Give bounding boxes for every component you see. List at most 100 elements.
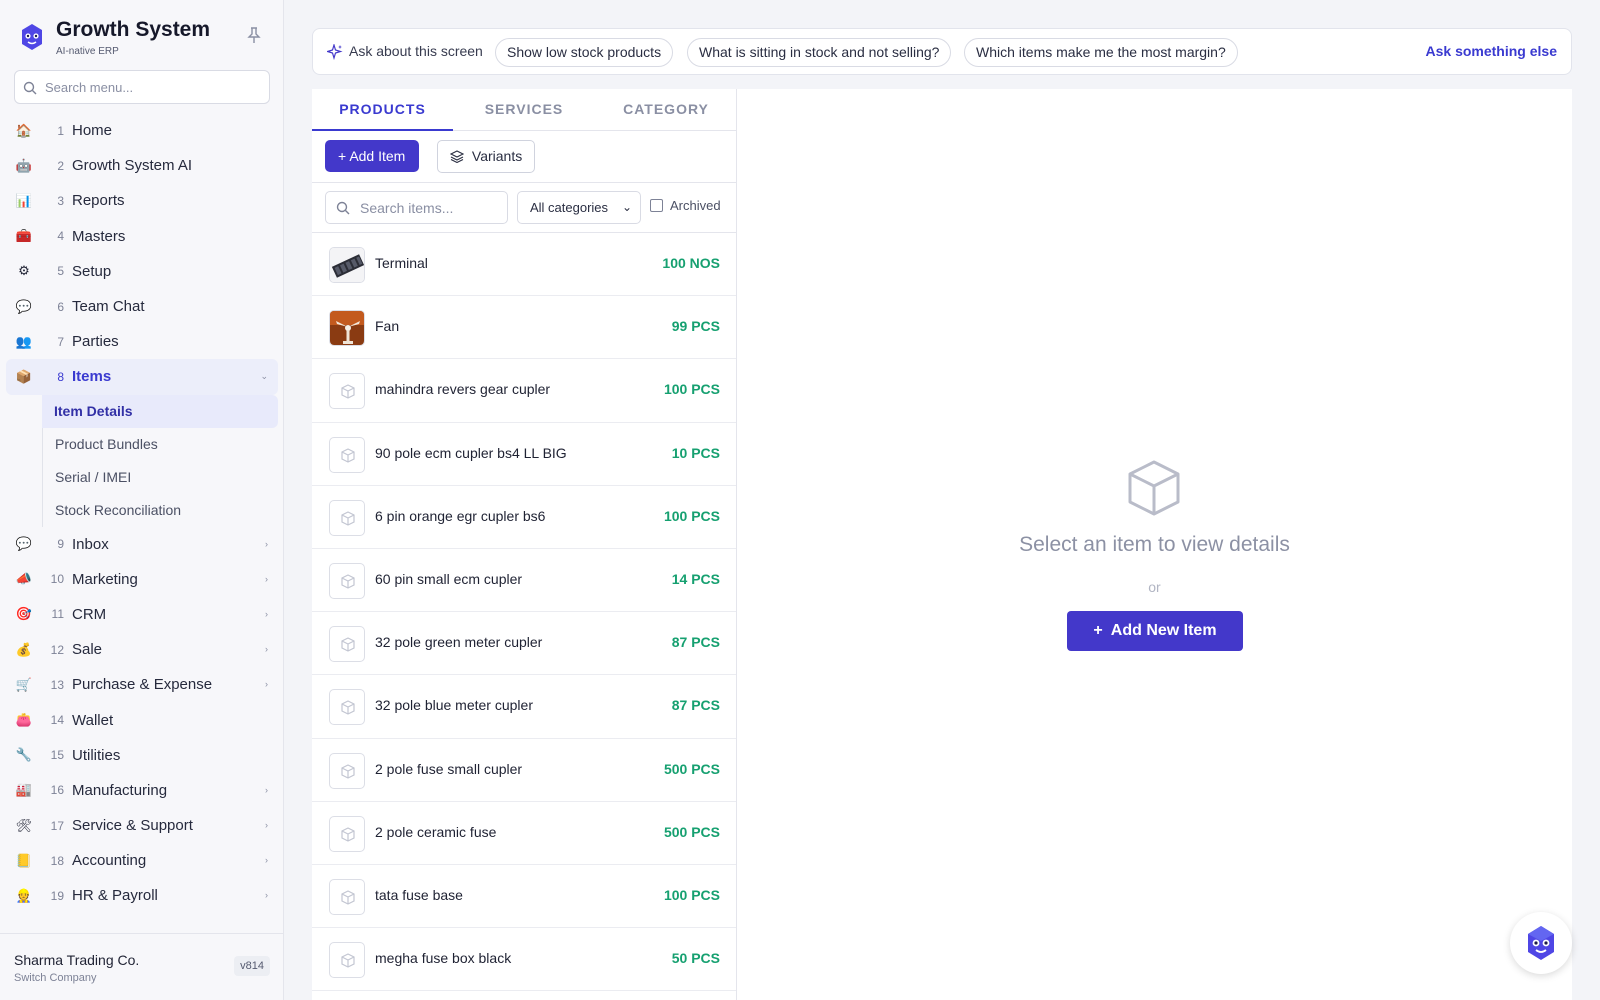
- chart-icon: 📊: [15, 192, 33, 208]
- item-row[interactable]: 60 pin small ecm cupler 14 PCS: [312, 549, 736, 613]
- sidebar-item-masters[interactable]: 🧰 4 Masters: [6, 219, 278, 254]
- items-list-panel: PRODUCTS SERVICES CATEGORY + Add Item Va…: [312, 89, 737, 1000]
- sidebar-item-label: Parties: [72, 333, 119, 351]
- box-icon: [341, 637, 355, 652]
- sidebar-item-manufacturing[interactable]: 🏭 16 Manufacturing ›: [6, 773, 278, 808]
- gear-icon: ⚙: [18, 263, 30, 279]
- item-row[interactable]: 32 pole blue meter cupler 87 PCS: [312, 675, 736, 739]
- item-row[interactable]: mahindra revers gear cupler 100 PCS: [312, 359, 736, 423]
- layers-icon: [449, 150, 465, 164]
- item-row[interactable]: 6 pin orange egr cupler bs6 100 PCS: [312, 486, 736, 549]
- ask-label: Ask about this screen: [349, 43, 483, 59]
- chevron-right-icon: ›: [265, 784, 268, 795]
- sidebar-item-number: 6: [57, 299, 64, 314]
- category-select[interactable]: All categories ⌄: [517, 191, 641, 224]
- item-thumbnail: [329, 499, 365, 536]
- item-row[interactable]: Fan 99 PCS: [312, 296, 736, 360]
- sidebar-item-wallet[interactable]: 👛 14 Wallet: [6, 702, 278, 737]
- variants-label: Variants: [471, 148, 523, 164]
- sidebar-item-utilities[interactable]: 🔧 15 Utilities: [6, 738, 278, 773]
- submenu-item-serial-imei[interactable]: Serial / IMEI: [42, 460, 278, 494]
- sidebar-item-setup[interactable]: ⚙ 5 Setup: [6, 254, 278, 289]
- sidebar-item-service-support[interactable]: 🛠 17 Service & Support ›: [6, 808, 278, 843]
- menu-search-input[interactable]: [45, 77, 261, 97]
- ask-something-else-link[interactable]: Ask something else: [1426, 43, 1558, 59]
- tab-services[interactable]: SERVICES: [453, 89, 595, 131]
- sidebar-item-sale[interactable]: 💰 12 Sale ›: [6, 632, 278, 667]
- sidebar-item-number: 8: [57, 369, 64, 384]
- company-switcher[interactable]: Sharma Trading Co. Switch Company v814: [0, 933, 284, 1000]
- sparkle-icon: [327, 44, 343, 60]
- item-stock-qty: 10 PCS: [671, 444, 720, 461]
- item-row[interactable]: 2 pole ceramic fuse 500 PCS: [312, 802, 736, 865]
- sidebar-item-label: Items: [72, 368, 112, 386]
- item-row[interactable]: tata fuse base 100 PCS: [312, 865, 736, 929]
- item-thumbnail: [329, 373, 365, 410]
- item-search-input[interactable]: [360, 199, 500, 217]
- sidebar-item-number: 18: [50, 853, 64, 868]
- sidebar-item-home[interactable]: 🏠 1 Home: [6, 113, 278, 148]
- item-thumbnail: [329, 562, 365, 599]
- sidebar-item-label: Purchase & Expense: [72, 676, 213, 694]
- item-thumbnail: [329, 247, 365, 283]
- item-stock-qty: 100 PCS: [663, 507, 720, 524]
- sidebar-item-inbox[interactable]: 💬 9 Inbox ›: [6, 527, 278, 562]
- box-icon: [341, 953, 355, 968]
- chevron-right-icon: ›: [265, 644, 268, 655]
- suggestion-chip-low-stock[interactable]: Show low stock products: [495, 38, 674, 67]
- cart-icon: 🛒: [15, 676, 33, 692]
- sidebar-item-number: 11: [51, 607, 64, 622]
- item-row[interactable]: megha fuse box black 50 PCS: [312, 928, 736, 992]
- sidebar-item-purchase-expense[interactable]: 🛒 13 Purchase & Expense ›: [6, 667, 278, 702]
- item-name: mahindra revers gear cupler: [375, 381, 551, 398]
- item-stock-qty: 500 PCS: [663, 823, 720, 840]
- item-row[interactable]: 2 pole fuse small cupler 500 PCS: [312, 739, 736, 802]
- submenu-item-stock-reconciliation[interactable]: Stock Reconciliation: [42, 493, 278, 527]
- item-thumbnail: [329, 942, 365, 979]
- submenu-item-product-bundles[interactable]: Product Bundles: [42, 427, 278, 461]
- sidebar-item-accounting[interactable]: 📒 18 Accounting ›: [6, 843, 278, 878]
- chevron-down-icon: ⌄: [621, 200, 632, 214]
- megaphone-icon: 📣: [15, 571, 33, 587]
- sidebar-item-marketing[interactable]: 📣 10 Marketing ›: [6, 562, 278, 597]
- item-row[interactable]: 32 pole green meter cupler 87 PCS: [312, 612, 736, 676]
- pin-icon[interactable]: [246, 26, 262, 44]
- archived-checkbox-box[interactable]: [650, 199, 663, 212]
- sidebar-item-crm[interactable]: 🎯 11 CRM ›: [6, 597, 278, 632]
- worker-icon: 👷: [15, 887, 33, 903]
- sidebar-item-growth-system-ai[interactable]: 🤖 2 Growth System AI: [6, 148, 278, 183]
- submenu-item-item-details[interactable]: Item Details: [42, 394, 278, 428]
- add-item-button[interactable]: + Add Item: [325, 140, 420, 172]
- chat-icon: 💬: [15, 298, 33, 314]
- tab-category[interactable]: CATEGORY: [595, 89, 736, 131]
- suggestion-chip-not-selling[interactable]: What is sitting in stock and not selling…: [687, 38, 952, 67]
- sidebar-item-hr-payroll[interactable]: 👷 19 HR & Payroll ›: [6, 878, 278, 913]
- robot-icon: 🤖: [15, 157, 33, 173]
- item-name: 32 pole blue meter cupler: [375, 697, 533, 714]
- assistant-bot-button[interactable]: [1510, 912, 1572, 974]
- item-thumbnail: [329, 815, 365, 852]
- sidebar-item-number: 3: [57, 193, 64, 208]
- item-search[interactable]: [325, 191, 508, 224]
- sidebar-item-items[interactable]: 📦 8 Items ⌄: [6, 359, 278, 395]
- item-name: 60 pin small ecm cupler: [375, 570, 523, 587]
- archived-checkbox[interactable]: Archived: [650, 198, 721, 213]
- sidebar-item-team-chat[interactable]: 💬 6 Team Chat: [6, 289, 278, 324]
- sidebar-item-reports[interactable]: 📊 3 Reports: [6, 183, 278, 218]
- add-new-item-button[interactable]: + Add New Item: [1067, 611, 1243, 651]
- switch-company-link[interactable]: Switch Company: [14, 972, 97, 984]
- tab-products[interactable]: PRODUCTS: [312, 89, 453, 131]
- box-icon: [341, 890, 355, 905]
- archived-label: Archived: [670, 198, 721, 213]
- empty-state-title: Select an item to view details: [1019, 533, 1290, 556]
- item-row[interactable]: 90 pole ecm cupler bs4 LL BIG 10 PCS: [312, 423, 736, 486]
- variants-button[interactable]: Variants: [437, 140, 536, 173]
- item-stock-qty: 100 PCS: [663, 886, 720, 903]
- menu-search[interactable]: [14, 70, 270, 104]
- item-row[interactable]: Terminal 100 NOS: [312, 233, 736, 297]
- sidebar-item-parties[interactable]: 👥 7 Parties: [6, 324, 278, 359]
- item-name: 32 pole green meter cupler: [375, 634, 543, 651]
- suggestion-chip-margin[interactable]: Which items make me the most margin?: [964, 38, 1238, 67]
- box-icon: [341, 827, 355, 842]
- chevron-right-icon: ›: [265, 855, 268, 866]
